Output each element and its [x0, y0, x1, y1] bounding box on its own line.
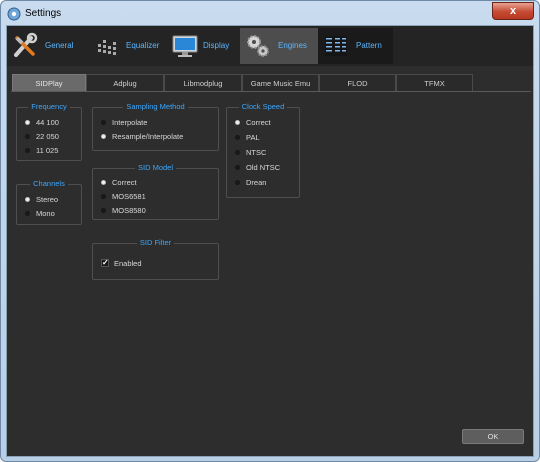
tab-divider	[11, 91, 531, 92]
sid-model-title: SID Model	[134, 163, 176, 172]
gears-icon	[247, 35, 269, 57]
frequency-option-22050[interactable]: 22 050	[25, 131, 59, 143]
frequency-title: Frequency	[28, 102, 70, 111]
sampling-method-group: Sampling Method Interpolate Resample/Int…	[92, 102, 219, 151]
ok-button[interactable]: OK	[462, 429, 524, 444]
sid-model-option-mos6581[interactable]: MOS6581	[101, 191, 146, 203]
pattern-icon	[325, 36, 347, 56]
radio-icon	[235, 119, 240, 125]
channels-group: Channels Stereo Mono	[16, 179, 82, 225]
category-general-label: General	[45, 41, 74, 50]
checkmark-icon: ✓	[101, 258, 109, 268]
radio-icon	[235, 164, 240, 170]
tab-game-music-emu[interactable]: Game Music Emu	[242, 74, 319, 92]
radio-icon	[25, 147, 30, 153]
radio-icon	[101, 179, 106, 185]
clock-speed-group: Clock Speed Correct PAL NTSC Old NTSC Dr…	[226, 102, 300, 198]
radio-icon	[101, 207, 106, 213]
radio-icon	[235, 134, 240, 140]
sid-model-option-correct[interactable]: Correct	[101, 177, 137, 189]
frequency-group: Frequency 44 100 22 050 11 025	[16, 102, 82, 161]
sampling-option-interpolate[interactable]: Interpolate	[101, 117, 147, 129]
clock-option-drean[interactable]: Drean	[235, 177, 266, 189]
category-engines-label: Engines	[278, 41, 307, 50]
category-general[interactable]: General	[7, 28, 90, 64]
settings-client-area: General Equalizer Display Engines Patter…	[6, 25, 534, 457]
clock-option-correct[interactable]: Correct	[235, 117, 271, 129]
close-icon: x	[509, 5, 517, 17]
category-equalizer-label: Equalizer	[126, 41, 160, 50]
settings-app-icon	[7, 7, 21, 21]
category-bar: General Equalizer Display Engines Patter…	[7, 26, 533, 66]
category-pattern[interactable]: Pattern	[318, 28, 393, 64]
frequency-option-11025[interactable]: 11 025	[25, 145, 58, 157]
tools-icon	[14, 32, 38, 57]
sid-filter-group: SID Filter ✓ Enabled	[92, 238, 219, 280]
clock-option-pal[interactable]: PAL	[235, 132, 260, 144]
close-button[interactable]: x	[492, 2, 534, 20]
sid-model-option-mos8580[interactable]: MOS8580	[101, 205, 146, 217]
tab-libmodplug[interactable]: Libmodplug	[164, 74, 242, 92]
clock-speed-title: Clock Speed	[238, 102, 288, 111]
radio-icon	[25, 210, 30, 216]
tab-tfmx[interactable]: TFMX	[396, 74, 473, 92]
radio-icon	[101, 119, 106, 125]
clock-option-ntsc[interactable]: NTSC	[235, 147, 266, 159]
monitor-icon	[172, 35, 198, 57]
radio-icon	[101, 193, 106, 199]
category-display-label: Display	[203, 41, 230, 50]
clock-option-old-ntsc[interactable]: Old NTSC	[235, 162, 280, 174]
radio-icon	[25, 119, 30, 125]
frequency-option-44100[interactable]: 44 100	[25, 117, 59, 129]
radio-icon	[235, 149, 240, 155]
window-title: Settings	[25, 8, 62, 19]
sid-filter-title: SID Filter	[136, 238, 175, 247]
settings-window: Settings x General Equalizer Display Eng…	[0, 0, 540, 462]
title-bar[interactable]: Settings x	[1, 1, 539, 27]
sid-model-group: SID Model Correct MOS6581 MOS8580	[92, 163, 219, 220]
channels-option-stereo[interactable]: Stereo	[25, 194, 58, 206]
radio-icon	[25, 133, 30, 139]
tab-flod[interactable]: FLOD	[319, 74, 396, 92]
category-equalizer[interactable]: Equalizer	[90, 28, 167, 64]
channels-title: Channels	[30, 179, 68, 188]
channels-option-mono[interactable]: Mono	[25, 208, 55, 220]
radio-icon	[25, 196, 30, 202]
radio-icon	[235, 179, 240, 185]
radio-icon	[101, 133, 106, 139]
tab-sidplay[interactable]: SIDPlay	[12, 74, 86, 92]
equalizer-icon	[98, 40, 116, 55]
category-pattern-label: Pattern	[356, 41, 382, 50]
sampling-option-resample-interpolate[interactable]: Resample/Interpolate	[101, 131, 183, 143]
sampling-method-title: Sampling Method	[123, 102, 188, 111]
sid-filter-enabled-checkbox[interactable]: ✓ Enabled	[101, 258, 142, 270]
category-display[interactable]: Display	[167, 28, 239, 64]
tab-adplug[interactable]: Adplug	[86, 74, 164, 92]
category-engines[interactable]: Engines	[240, 28, 318, 64]
